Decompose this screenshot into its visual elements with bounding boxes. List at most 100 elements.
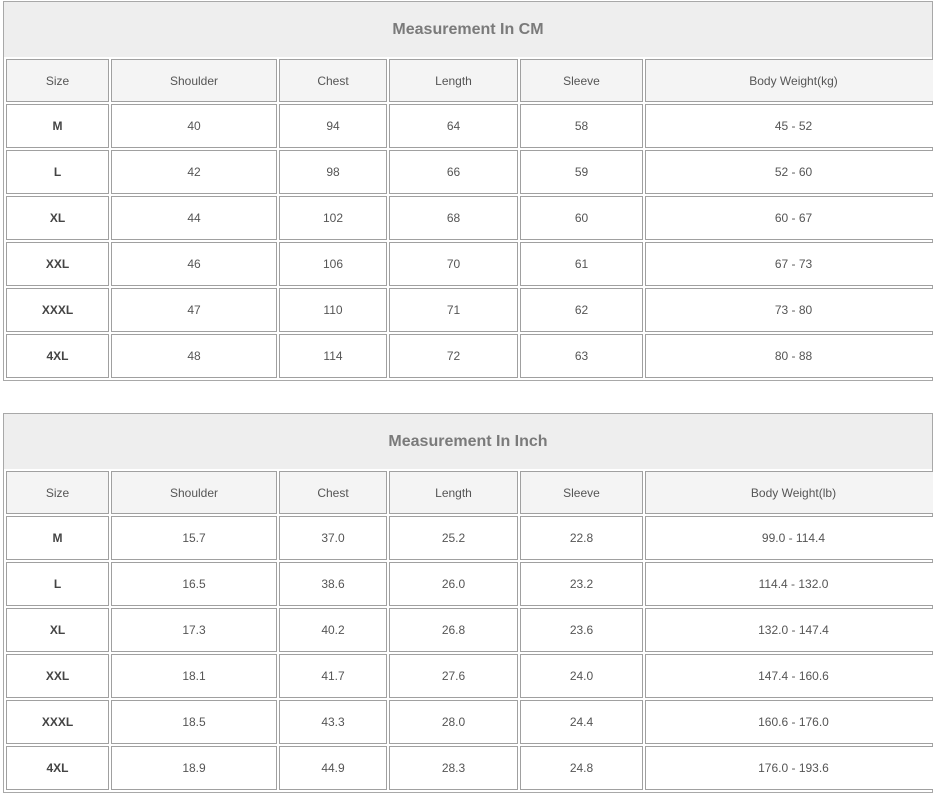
chest-cell: 102	[279, 196, 387, 240]
body-weight-cell: 45 - 52	[645, 104, 933, 148]
sleeve-cell: 60	[520, 196, 643, 240]
table-row: 4XL 18.9 44.9 28.3 24.8 176.0 - 193.6	[6, 746, 933, 790]
chest-cell: 38.6	[279, 562, 387, 606]
header-row: Size Shoulder Chest Length Sleeve Body W…	[6, 471, 933, 514]
length-cell: 71	[389, 288, 518, 332]
table-title: Measurement In CM	[4, 2, 932, 57]
size-cell: M	[6, 104, 109, 148]
length-cell: 64	[389, 104, 518, 148]
size-cell: XXXL	[6, 700, 109, 744]
shoulder-cell: 46	[111, 242, 277, 286]
table-row: L 16.5 38.6 26.0 23.2 114.4 - 132.0	[6, 562, 933, 606]
header-body-weight: Body Weight(kg)	[645, 59, 933, 102]
sleeve-cell: 61	[520, 242, 643, 286]
header-shoulder: Shoulder	[111, 59, 277, 102]
length-cell: 70	[389, 242, 518, 286]
sleeve-cell: 24.4	[520, 700, 643, 744]
table-title: Measurement In Inch	[4, 414, 932, 469]
size-cell: L	[6, 150, 109, 194]
table-row: M 40 94 64 58 45 - 52	[6, 104, 933, 148]
size-chart-table: Size Shoulder Chest Length Sleeve Body W…	[4, 57, 933, 380]
length-cell: 66	[389, 150, 518, 194]
chest-cell: 41.7	[279, 654, 387, 698]
size-cell: XXL	[6, 242, 109, 286]
shoulder-cell: 17.3	[111, 608, 277, 652]
table-row: M 15.7 37.0 25.2 22.8 99.0 - 114.4	[6, 516, 933, 560]
body-weight-cell: 73 - 80	[645, 288, 933, 332]
header-row: Size Shoulder Chest Length Sleeve Body W…	[6, 59, 933, 102]
length-cell: 27.6	[389, 654, 518, 698]
shoulder-cell: 44	[111, 196, 277, 240]
size-cell: M	[6, 516, 109, 560]
body-weight-cell: 160.6 - 176.0	[645, 700, 933, 744]
chest-cell: 44.9	[279, 746, 387, 790]
shoulder-cell: 15.7	[111, 516, 277, 560]
size-cell: XXL	[6, 654, 109, 698]
size-cell: XXXL	[6, 288, 109, 332]
body-weight-cell: 114.4 - 132.0	[645, 562, 933, 606]
shoulder-cell: 48	[111, 334, 277, 378]
table-row: XXXL 47 110 71 62 73 - 80	[6, 288, 933, 332]
sleeve-cell: 59	[520, 150, 643, 194]
size-cell: L	[6, 562, 109, 606]
size-chart-table: Size Shoulder Chest Length Sleeve Body W…	[4, 469, 933, 792]
sleeve-cell: 24.0	[520, 654, 643, 698]
body-weight-cell: 80 - 88	[645, 334, 933, 378]
chest-cell: 43.3	[279, 700, 387, 744]
chest-cell: 106	[279, 242, 387, 286]
size-cell: XL	[6, 608, 109, 652]
length-cell: 26.8	[389, 608, 518, 652]
sleeve-cell: 63	[520, 334, 643, 378]
header-shoulder: Shoulder	[111, 471, 277, 514]
table-row: XL 17.3 40.2 26.8 23.6 132.0 - 147.4	[6, 608, 933, 652]
shoulder-cell: 18.5	[111, 700, 277, 744]
shoulder-cell: 18.1	[111, 654, 277, 698]
sleeve-cell: 62	[520, 288, 643, 332]
body-weight-cell: 67 - 73	[645, 242, 933, 286]
chest-cell: 37.0	[279, 516, 387, 560]
chest-cell: 40.2	[279, 608, 387, 652]
shoulder-cell: 18.9	[111, 746, 277, 790]
header-size: Size	[6, 471, 109, 514]
header-size: Size	[6, 59, 109, 102]
length-cell: 68	[389, 196, 518, 240]
sleeve-cell: 22.8	[520, 516, 643, 560]
table-row: 4XL 48 114 72 63 80 - 88	[6, 334, 933, 378]
header-chest: Chest	[279, 471, 387, 514]
header-body-weight: Body Weight(lb)	[645, 471, 933, 514]
length-cell: 72	[389, 334, 518, 378]
body-weight-cell: 52 - 60	[645, 150, 933, 194]
size-table-inch: Measurement In Inch Size Shoulder Chest …	[3, 413, 933, 793]
length-cell: 28.3	[389, 746, 518, 790]
chest-cell: 98	[279, 150, 387, 194]
size-table-cm: Measurement In CM Size Shoulder Chest Le…	[3, 1, 933, 381]
shoulder-cell: 42	[111, 150, 277, 194]
length-cell: 26.0	[389, 562, 518, 606]
length-cell: 28.0	[389, 700, 518, 744]
body-weight-cell: 99.0 - 114.4	[645, 516, 933, 560]
header-length: Length	[389, 59, 518, 102]
sleeve-cell: 23.6	[520, 608, 643, 652]
table-row: XL 44 102 68 60 60 - 67	[6, 196, 933, 240]
body-weight-cell: 147.4 - 160.6	[645, 654, 933, 698]
header-sleeve: Sleeve	[520, 471, 643, 514]
table-row: XXL 46 106 70 61 67 - 73	[6, 242, 933, 286]
chest-cell: 114	[279, 334, 387, 378]
body-weight-cell: 176.0 - 193.6	[645, 746, 933, 790]
chest-cell: 110	[279, 288, 387, 332]
table-row: XXL 18.1 41.7 27.6 24.0 147.4 - 160.6	[6, 654, 933, 698]
size-cell: 4XL	[6, 334, 109, 378]
header-sleeve: Sleeve	[520, 59, 643, 102]
sleeve-cell: 24.8	[520, 746, 643, 790]
sleeve-cell: 23.2	[520, 562, 643, 606]
size-cell: XL	[6, 196, 109, 240]
table-row: XXXL 18.5 43.3 28.0 24.4 160.6 - 176.0	[6, 700, 933, 744]
body-weight-cell: 60 - 67	[645, 196, 933, 240]
header-length: Length	[389, 471, 518, 514]
shoulder-cell: 40	[111, 104, 277, 148]
body-weight-cell: 132.0 - 147.4	[645, 608, 933, 652]
chest-cell: 94	[279, 104, 387, 148]
size-cell: 4XL	[6, 746, 109, 790]
header-chest: Chest	[279, 59, 387, 102]
shoulder-cell: 47	[111, 288, 277, 332]
